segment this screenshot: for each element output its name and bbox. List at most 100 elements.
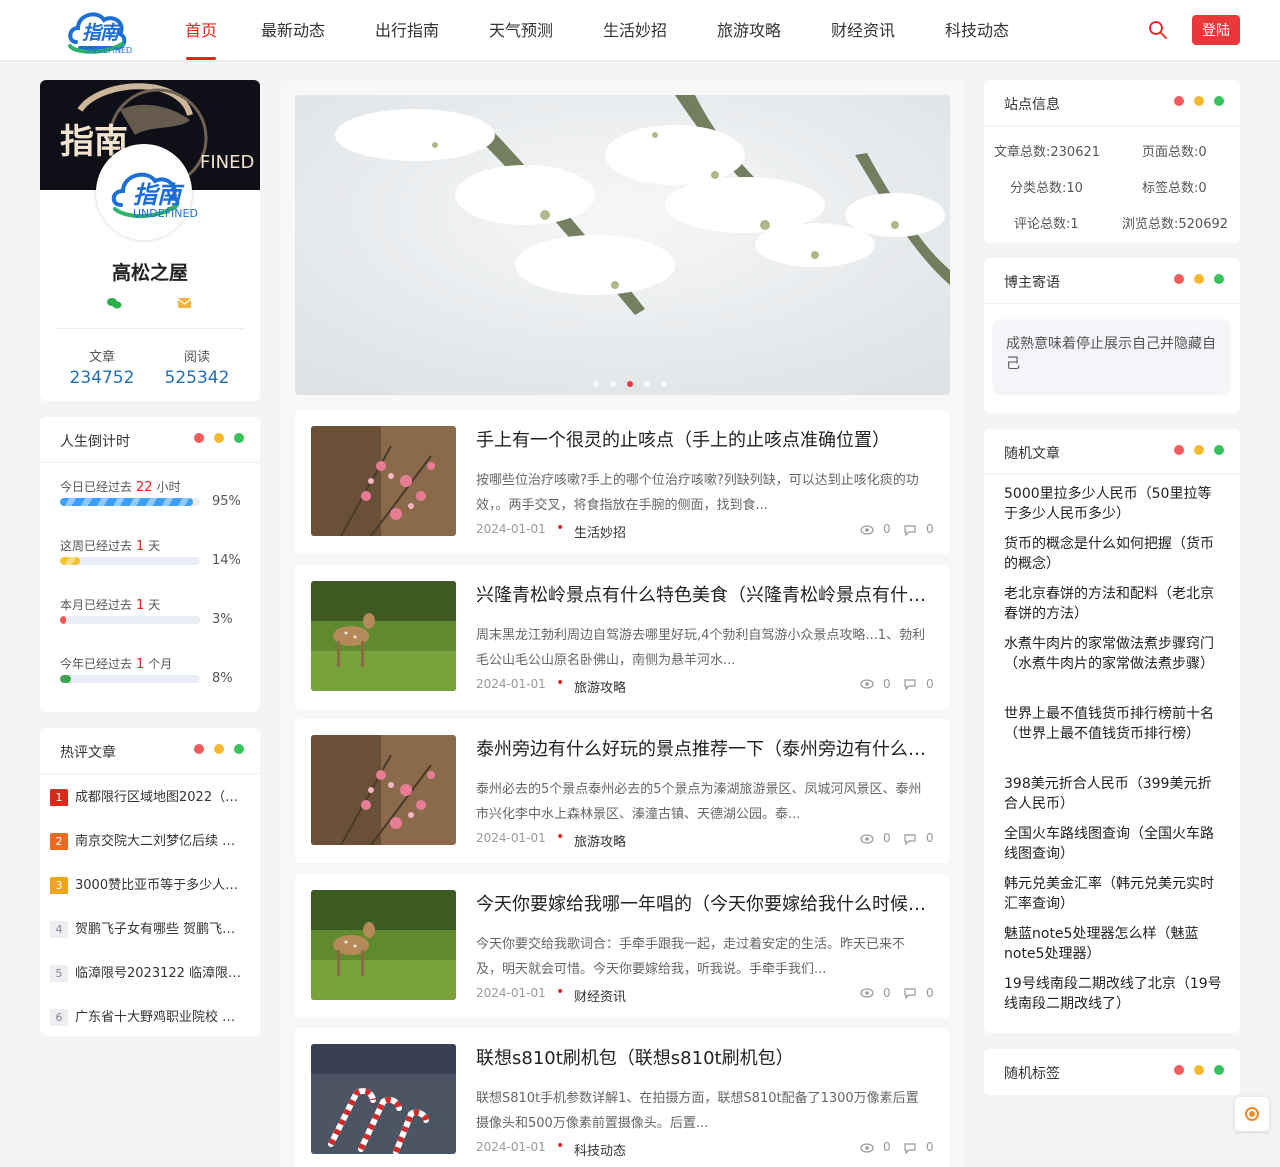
green-dot: [234, 433, 244, 443]
siteinfo-header: 站点信息: [984, 80, 1240, 126]
article-category[interactable]: 旅游攻略: [574, 831, 626, 850]
random-article-link[interactable]: 5000里拉多少人民币（50里拉等于多少人民币多少）: [1004, 484, 1222, 524]
article-card[interactable]: 手上有一个很灵的止咳点（手上的止咳点准确位置） 按哪些位治疗咳嗽?手上的哪个位治疗…: [295, 410, 949, 554]
countdown-row: 这周已经过去 1 天 14%: [60, 537, 241, 568]
comment-icon: [904, 988, 916, 999]
random-article-link[interactable]: 韩元兑美金汇率（韩元兑美元实时汇率查询）: [1004, 874, 1222, 914]
nav-item-0[interactable]: 首页: [166, 0, 236, 60]
email-icon[interactable]: [177, 298, 192, 308]
countdown-row: 今日已经过去 22 小时 95%: [60, 478, 241, 509]
hot-article-item[interactable]: 5 临漳限号2023122 临漳限…: [50, 962, 250, 982]
profile-card: 指南 FINED 指南 UNDEFINED 高松之屋 文章 234752 阅读 …: [40, 80, 260, 401]
total-tags: 标签总数:0: [1142, 181, 1207, 196]
hot-article-item[interactable]: 4 贺鹏飞子女有哪些 贺鹏飞…: [50, 918, 250, 938]
article-category[interactable]: 科技动态: [574, 1140, 626, 1159]
article-date: 2024-01-01: [476, 985, 546, 1000]
article-thumbnail[interactable]: [311, 580, 456, 691]
red-dot: [194, 744, 204, 754]
article-views: 0: [860, 831, 891, 845]
countdown-prefix: 本月已经过去: [60, 598, 133, 612]
random-article-link[interactable]: 全国火车路线图查询（全国火车路线图查询）: [1004, 824, 1222, 864]
hot-article-item[interactable]: 2 南京交院大二刘梦亿后续 …: [50, 830, 250, 850]
red-dot: [1174, 445, 1184, 455]
carousel-dot[interactable]: [593, 381, 599, 387]
article-category[interactable]: 生活妙招: [574, 522, 626, 541]
views-count: 0: [883, 676, 891, 691]
rank-badge: 1: [50, 788, 68, 806]
random-article-link[interactable]: 世界上最不值钱货币排行榜前十名（世界上最不值钱货币排行榜）: [1004, 704, 1222, 744]
random-article-link[interactable]: 货币的概念是什么如何把握（货币的概念）: [1004, 534, 1222, 574]
countdown-header: 人生倒计时: [40, 417, 260, 463]
article-thumbnail[interactable]: [311, 426, 456, 536]
nav-item-5[interactable]: 旅游攻略: [692, 0, 806, 60]
comments-count: 0: [926, 831, 934, 845]
article-title[interactable]: 泰州旁边有什么好玩的景点推荐一下（泰州旁边有什么…: [476, 735, 926, 761]
random-article-link[interactable]: 398美元折合人民币（399美元折合人民币）: [1004, 774, 1222, 814]
nav-item-4[interactable]: 生活妙招: [578, 0, 692, 60]
article-category[interactable]: 旅游攻略: [574, 677, 626, 696]
nav-item-1[interactable]: 最新动态: [236, 0, 350, 60]
article-title[interactable]: 联想s810t刷机包（联想s810t刷机包）: [476, 1044, 926, 1070]
article-title[interactable]: 兴隆青松岭景点有什么特色美食（兴隆青松岭景点有什…: [476, 581, 926, 607]
back-to-top-button[interactable]: [1235, 1097, 1269, 1131]
views-count: 0: [883, 831, 891, 845]
carousel-dot[interactable]: [644, 381, 650, 387]
countdown-row: 今年已经过去 1 个月 8%: [60, 655, 240, 686]
article-card[interactable]: 兴隆青松岭景点有什么特色美食（兴隆青松岭景点有什… 周末黑龙江勃利周边自驾游去哪里…: [295, 564, 949, 709]
login-button[interactable]: 登陆: [1192, 15, 1240, 45]
article-excerpt: 今天你要交给我歌词合：手牵手跟我一起，走过着安定的生活。昨天已来不及，明天就会可…: [476, 936, 906, 977]
article-card[interactable]: 联想s810t刷机包（联想s810t刷机包） 联想S810t手机参数详解1、在拍摄…: [295, 1028, 949, 1167]
countdown-number: 1: [136, 657, 145, 672]
image-carousel[interactable]: [295, 95, 950, 395]
hot-article-item[interactable]: 3 3000赞比亚币等于多少人…: [50, 874, 250, 894]
nav-item-2[interactable]: 出行指南: [350, 0, 464, 60]
article-date: 2024-01-01: [476, 1140, 546, 1154]
article-comments: 0: [903, 522, 934, 536]
search-icon[interactable]: [1148, 20, 1168, 40]
green-dot: [1214, 274, 1224, 284]
hot-article-title: 临漳限号2023122 临漳限…: [75, 966, 242, 981]
articles-stat: 文章 234752: [47, 346, 157, 388]
article-card[interactable]: 泰州旁边有什么好玩的景点推荐一下（泰州旁边有什么… 泰州必去的5个景点泰州必去的5…: [295, 719, 949, 863]
random-article-link[interactable]: 老北京春饼的方法和配料（老北京春饼的方法）: [1004, 584, 1222, 624]
random-article-link[interactable]: 水煮牛肉片的家常做法煮步骤窍门（水煮牛肉片的家常做法煮步骤）: [1004, 634, 1222, 674]
red-dot: [1174, 96, 1184, 106]
comments-count: 0: [926, 1140, 934, 1154]
carousel-dot[interactable]: [610, 381, 616, 387]
nav-item-7[interactable]: 科技动态: [920, 0, 1034, 60]
window-dots: [1174, 96, 1224, 106]
article-thumbnail[interactable]: [311, 735, 456, 845]
nav-item-6[interactable]: 财经资讯: [806, 0, 920, 60]
article-title[interactable]: 今天你要嫁给我哪一年唱的（今天你要嫁给我什么时候…: [476, 890, 926, 916]
logo-subtitle: UNDEFINED: [85, 46, 133, 55]
avatar[interactable]: 指南 UNDEFINED: [96, 144, 198, 240]
total-comments: 评论总数:1: [1014, 217, 1079, 232]
rank-badge: 5: [50, 964, 68, 982]
article-views: 0: [860, 522, 891, 536]
article-excerpt: 周末黑龙江勃利周边自驾游去哪里好玩,4个勃利自驾游小众景点攻略...1、勃利毛公…: [476, 627, 926, 668]
carousel-dot-active[interactable]: [627, 381, 633, 387]
article-card[interactable]: 今天你要嫁给我哪一年唱的（今天你要嫁给我什么时候… 今天你要交给我歌词合：手牵手跟…: [295, 873, 949, 1018]
countdown-label: 本月已经过去 1 天: [60, 596, 240, 613]
article-thumbnail[interactable]: [311, 1044, 456, 1154]
site-info-widget: 站点信息 文章总数:230621 页面总数:0 分类总数:10 标签总数:0 评…: [984, 80, 1240, 243]
random-article-link[interactable]: 魅蓝note5处理器怎么样（魅蓝note5处理器）: [1004, 924, 1222, 964]
article-meta: 2024-01-01 • 财经资讯 0 0: [476, 984, 936, 1005]
hot-header: 热评文章: [40, 728, 260, 774]
article-views: 0: [860, 986, 891, 1000]
nav-item-3[interactable]: 天气预测: [464, 0, 578, 60]
profile-name: 高松之屋: [111, 262, 188, 284]
tags-header: 随机标签: [984, 1049, 1240, 1095]
countdown-label: 今日已经过去 22 小时: [60, 478, 240, 495]
article-category[interactable]: 财经资讯: [574, 986, 626, 1005]
carousel-dot[interactable]: [661, 381, 667, 387]
hot-article-item[interactable]: 1 成都限行区域地图2022（…: [50, 786, 250, 806]
wechat-icon[interactable]: [107, 298, 122, 309]
article-comments: 0: [903, 986, 934, 1000]
carousel-dots: [593, 381, 667, 387]
random-article-link[interactable]: 19号线南段二期改线了北京（19号线南段二期改线了）: [1004, 974, 1222, 1014]
hot-article-title: 成都限行区域地图2022（…: [75, 790, 239, 805]
article-thumbnail[interactable]: [311, 889, 456, 1000]
hot-article-item[interactable]: 6 广东省十大野鸡职业院校 …: [50, 1006, 250, 1026]
article-title[interactable]: 手上有一个很灵的止咳点（手上的止咳点准确位置）: [476, 426, 926, 452]
